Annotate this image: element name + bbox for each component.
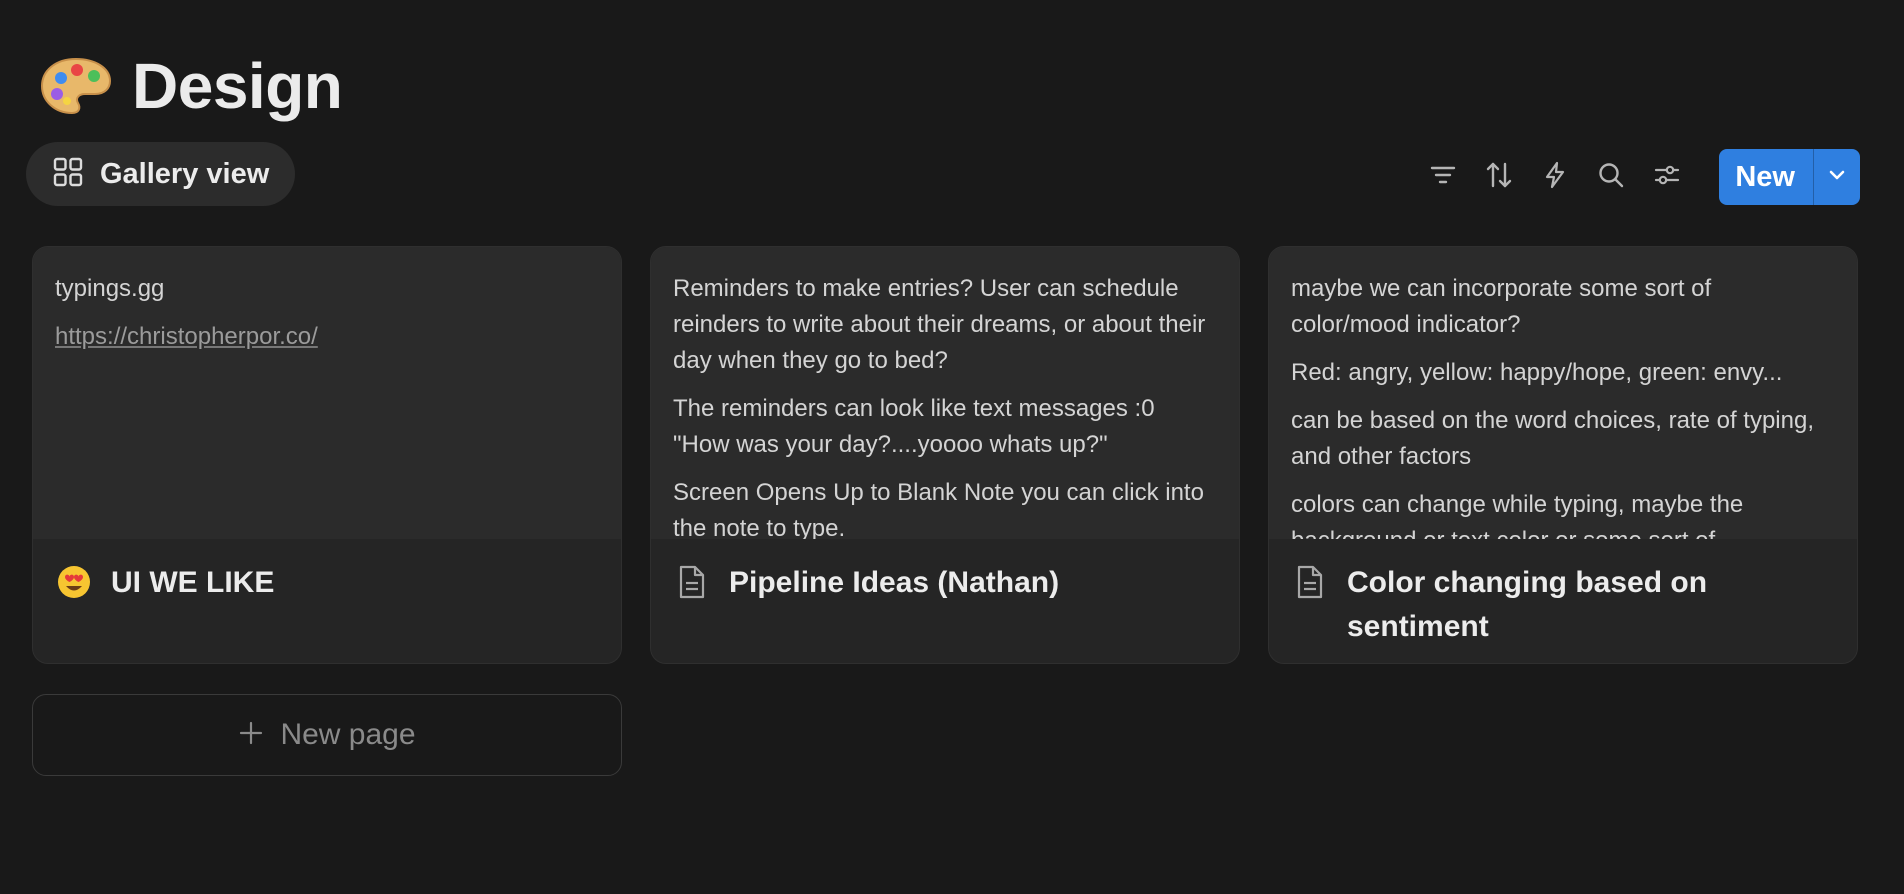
- card-preview: typings.gg https://christopherpor.co/: [33, 247, 621, 539]
- gallery-card[interactable]: Reminders to make entries? User can sche…: [650, 246, 1240, 664]
- filter-icon: [1428, 160, 1458, 195]
- settings-sliders-icon: [1652, 160, 1682, 195]
- preview-text: maybe we can incorporate some sort of co…: [1291, 275, 1712, 338]
- search-icon: [1596, 160, 1626, 195]
- preview-text: Reminders to make entries? User can sche…: [673, 275, 1206, 374]
- document-icon: [1291, 563, 1329, 601]
- preview-link[interactable]: https://christopherpor.co/: [55, 323, 318, 350]
- sort-button[interactable]: [1471, 149, 1527, 205]
- new-button-group: New: [1719, 149, 1860, 205]
- automations-button[interactable]: [1527, 149, 1583, 205]
- preview-text: can be based on the word choices, rate o…: [1291, 407, 1814, 470]
- preview-text: colors can change while typing, maybe th…: [1291, 491, 1744, 539]
- search-button[interactable]: [1583, 149, 1639, 205]
- preview-text: Red: angry, yellow: happy/hope, green: e…: [1291, 359, 1783, 386]
- card-title: UI WE LIKE: [111, 566, 275, 599]
- filter-button[interactable]: [1415, 149, 1471, 205]
- preview-text: The reminders can look like text message…: [673, 395, 1155, 458]
- new-dropdown-button[interactable]: [1813, 149, 1860, 205]
- card-title-row: Pipeline Ideas (Nathan): [651, 539, 1239, 605]
- card-title-row: UI WE LIKE: [33, 539, 621, 605]
- card-title-row: Color changing based on sentiment: [1269, 539, 1857, 649]
- preview-text: typings.gg: [55, 275, 165, 302]
- plus-icon: [238, 720, 264, 751]
- lightning-icon: [1540, 160, 1570, 195]
- new-page-button[interactable]: New page: [32, 694, 622, 776]
- gallery-card[interactable]: typings.gg https://christopherpor.co/ UI…: [32, 246, 622, 664]
- view-settings-button[interactable]: [1639, 149, 1695, 205]
- document-icon: [673, 563, 711, 601]
- new-button[interactable]: New: [1719, 149, 1813, 205]
- card-title: Color changing based on sentiment: [1347, 566, 1708, 643]
- card-title: Pipeline Ideas (Nathan): [729, 566, 1060, 599]
- gallery-grid: typings.gg https://christopherpor.co/ UI…: [32, 246, 1862, 664]
- card-preview: Reminders to make entries? User can sche…: [651, 247, 1239, 539]
- page-title[interactable]: Design: [132, 49, 343, 123]
- sort-icon: [1484, 160, 1514, 195]
- tab-gallery-view[interactable]: Gallery view: [26, 142, 296, 206]
- gallery-grid-icon: [52, 156, 84, 193]
- chevron-down-icon: [1826, 164, 1848, 191]
- card-preview: maybe we can incorporate some sort of co…: [1269, 247, 1857, 539]
- page-header: Design: [38, 46, 343, 126]
- database-toolbar: New: [1415, 149, 1860, 205]
- new-page-label: New page: [280, 718, 416, 751]
- palette-icon[interactable]: [38, 48, 114, 124]
- database-page: Design Gallery view New typings.gg https…: [0, 0, 1904, 894]
- gallery-card[interactable]: maybe we can incorporate some sort of co…: [1268, 246, 1858, 664]
- heart-eyes-emoji-icon: [55, 563, 93, 601]
- tab-label: Gallery view: [100, 157, 270, 190]
- preview-text: Screen Opens Up to Blank Note you can cl…: [673, 479, 1204, 539]
